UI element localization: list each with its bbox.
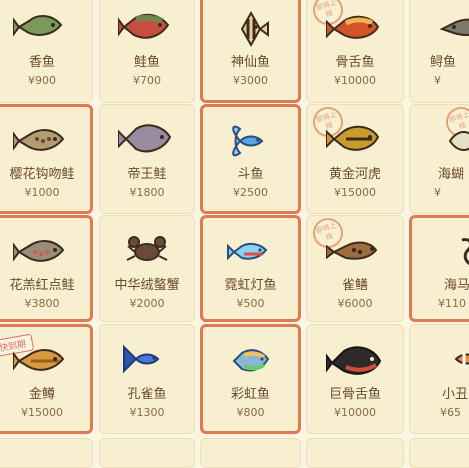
- fish-name: 鲟鱼: [430, 55, 457, 70]
- fish-name: 斗鱼: [237, 167, 264, 182]
- fish-card[interactable]: 斗鱼 ¥2500: [200, 104, 301, 214]
- fish-card[interactable]: 即将上线 雀鳝 ¥6000: [306, 215, 404, 322]
- fish-card[interactable]: 快到期 金鳟 ¥15000: [0, 324, 93, 434]
- fish-name: 黄金河虎: [328, 167, 381, 182]
- fish-price: ¥: [434, 74, 441, 87]
- fish-price: ¥1000: [24, 186, 60, 199]
- fish-price: ¥1300: [129, 406, 165, 419]
- gar-icon: [326, 230, 384, 270]
- fish-price: ¥15000: [334, 186, 376, 199]
- fish-card: [0, 438, 93, 468]
- fish-price: ¥2000: [129, 297, 165, 310]
- fish-card: [99, 438, 195, 468]
- fish-price: ¥65: [440, 406, 461, 419]
- fish-price: ¥2500: [233, 186, 268, 199]
- fish-name: 神仙鱼: [230, 55, 270, 70]
- fish-name: 海蝴: [438, 167, 465, 182]
- fish-name: 香鱼: [28, 55, 55, 70]
- fish-price: ¥15000: [21, 406, 63, 419]
- arapaima-icon: [326, 339, 384, 379]
- fish-name: 金鳟: [28, 387, 55, 402]
- fish-price: ¥6000: [337, 297, 373, 310]
- fish-name: 彩虹鱼: [230, 387, 270, 402]
- clownfish-icon: [438, 339, 469, 379]
- fish-price: ¥900: [28, 74, 56, 87]
- fish-price: ¥700: [133, 74, 161, 87]
- fish-card[interactable]: 花羔红点鲑 ¥3800: [0, 215, 93, 322]
- fish-name: 巨骨舌鱼: [328, 387, 381, 402]
- rainbowfish-icon: [222, 341, 280, 381]
- crab-icon: [118, 230, 176, 270]
- fish-grid: 香鱼 ¥900 鲑鱼 ¥700 神仙鱼 ¥3000 即将上线 骨舌鱼 ¥1000…: [0, 0, 469, 468]
- fish-card: [409, 438, 469, 468]
- fish-price: ¥500: [236, 297, 265, 310]
- fish-name: 花羔红点鲑: [9, 278, 75, 293]
- fish-card[interactable]: 香鱼 ¥900: [0, 0, 93, 103]
- fish-name: 中华绒螯蟹: [114, 278, 180, 293]
- seahorse-icon: [440, 232, 469, 272]
- fish-card[interactable]: 鲟鱼 ¥: [409, 0, 469, 103]
- fish-card[interactable]: 中华绒螯蟹 ¥2000: [99, 215, 195, 322]
- salmon-icon: [118, 7, 176, 47]
- guppy-icon: [118, 339, 176, 379]
- sturgeon-icon: [440, 7, 469, 47]
- fish-name: 雀鳝: [341, 278, 368, 293]
- sea-butterfly-icon: [440, 119, 469, 159]
- fish-card[interactable]: 彩虹鱼 ¥800: [200, 324, 301, 434]
- angelfish-icon: [222, 9, 280, 49]
- fish-card[interactable]: 帝王鲑 ¥1800: [99, 104, 195, 214]
- fish-price: ¥1800: [129, 186, 165, 199]
- fish-name: 小丑: [442, 387, 469, 402]
- fish-card[interactable]: 海马 ¥110: [409, 215, 469, 322]
- fish-name: 海马: [444, 278, 469, 293]
- fish-name: 骨舌鱼: [335, 55, 375, 70]
- fish-name: 帝王鲑: [127, 167, 167, 182]
- arowana-icon: [326, 7, 384, 47]
- fish-card[interactable]: 即将上线 黄金河虎 ¥15000: [306, 104, 404, 214]
- fish-card[interactable]: 小丑 ¥65: [409, 324, 469, 434]
- golden-trout-icon: [326, 119, 384, 159]
- neon-tetra-icon: [222, 232, 280, 272]
- fish-name: 樱花钩吻鲑: [9, 167, 75, 182]
- fish-card[interactable]: 鲑鱼 ¥700: [99, 0, 195, 103]
- golden-trout-icon: [13, 341, 71, 381]
- fish-card[interactable]: 神仙鱼 ¥3000: [200, 0, 301, 103]
- fish-card[interactable]: 即将上线 骨舌鱼 ¥10000: [306, 0, 404, 103]
- fish-card[interactable]: 巨骨舌鱼 ¥10000: [306, 324, 404, 434]
- fish-price: ¥3800: [24, 297, 60, 310]
- cherry-salmon-icon: [13, 121, 71, 161]
- fish-card[interactable]: 孔雀鱼 ¥1300: [99, 324, 195, 434]
- fish-card: [200, 438, 301, 468]
- betta-icon: [222, 121, 280, 161]
- fish-icon: [13, 7, 71, 47]
- king-salmon-icon: [118, 119, 176, 159]
- fish-name: 鲑鱼: [133, 55, 160, 70]
- fish-name: 霓虹灯鱼: [224, 278, 277, 293]
- fish-price: ¥3000: [233, 74, 268, 87]
- fish-price: ¥10000: [334, 406, 376, 419]
- fish-price: ¥: [434, 186, 441, 199]
- fish-card[interactable]: 樱花钩吻鲑 ¥1000: [0, 104, 93, 214]
- char-icon: [13, 232, 71, 272]
- fish-name: 孔雀鱼: [127, 387, 167, 402]
- fish-card: [306, 438, 404, 468]
- fish-price: ¥800: [236, 406, 265, 419]
- fish-price: ¥10000: [334, 74, 376, 87]
- fish-price: ¥110: [438, 297, 466, 310]
- fish-card[interactable]: 霓虹灯鱼 ¥500: [200, 215, 301, 322]
- fish-card[interactable]: 即将上线 海蝴 ¥: [409, 104, 469, 214]
